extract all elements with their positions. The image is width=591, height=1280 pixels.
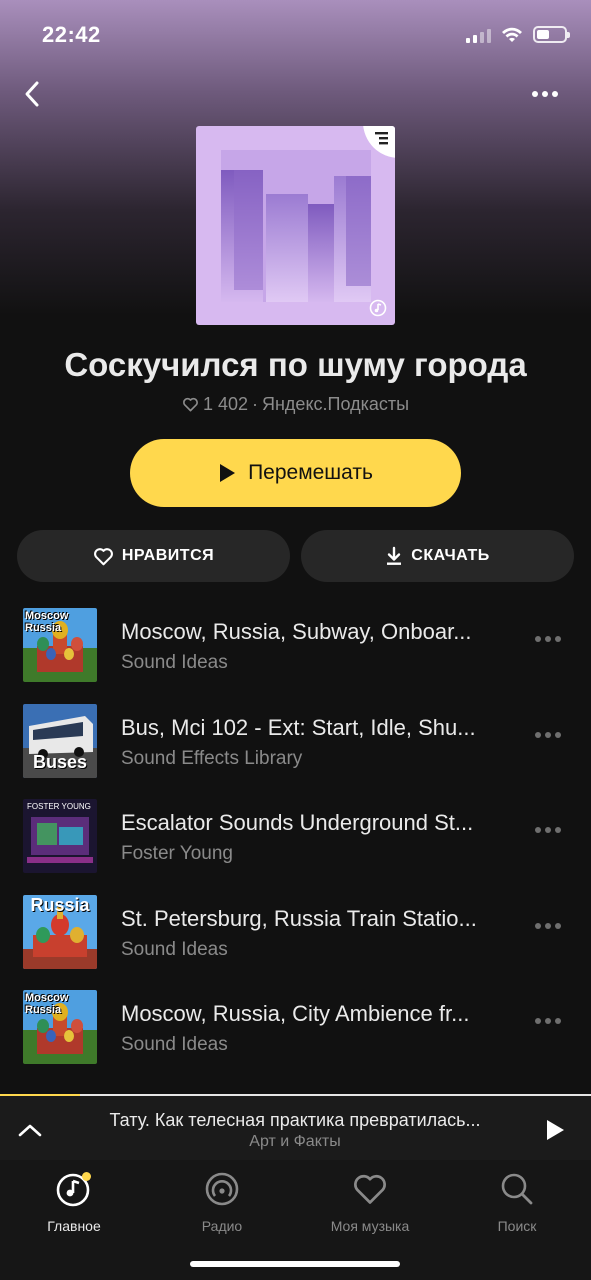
playlist-author[interactable]: Яндекс.Подкасты <box>262 394 409 415</box>
player-progress-bar <box>0 1094 80 1096</box>
top-nav <box>0 74 591 114</box>
track-row[interactable]: Russia St. Petersburg, Russia Train Stat… <box>0 885 591 981</box>
more-options-button[interactable] <box>523 78 567 110</box>
tab-home[interactable]: Главное <box>0 1170 148 1234</box>
track-cover-caption: FOSTER YOUNG <box>27 802 91 812</box>
likes-count: 1 402 <box>202 394 248 414</box>
chevron-up-icon <box>18 1124 42 1137</box>
tab-radio-label: Радио <box>201 1218 243 1234</box>
tab-search[interactable]: Поиск <box>443 1170 591 1234</box>
track-row[interactable]: FOSTER YOUNG Escalator Sounds Undergroun… <box>0 789 591 885</box>
track-cover-caption: Russia <box>30 894 90 915</box>
track-title: Moscow, Russia, City Ambience fr... <box>121 1001 470 1027</box>
playlist-meta: 1 402 · Яндекс.Подкасты <box>0 394 591 415</box>
tab-my-music[interactable]: Моя музыка <box>296 1170 444 1234</box>
status-time: 22:42 <box>42 22 101 47</box>
tab-radio[interactable]: Радио <box>148 1170 296 1234</box>
track-more-button[interactable] <box>535 636 561 642</box>
play-icon <box>547 1120 564 1140</box>
mini-player[interactable]: Тату. Как телесная практика превратилась… <box>0 1094 591 1160</box>
download-icon <box>387 546 402 565</box>
track-artist: Sound Ideas <box>121 652 228 673</box>
track-list: Moscow Russia Moscow, Russia, Subway, On… <box>0 598 591 1076</box>
playlist-title: Соскучился по шуму города <box>64 346 527 383</box>
heart-outline-icon <box>93 547 113 565</box>
track-cover-caption: Moscow Russia <box>25 992 69 1017</box>
download-button[interactable]: СКАЧАТЬ <box>301 530 574 582</box>
track-more-button[interactable] <box>535 827 561 834</box>
track-row[interactable]: Buses Bus, Mci 102 - Ext: Start, Idle, S… <box>0 694 591 790</box>
track-artist: Sound Effects Library <box>121 747 303 769</box>
track-row[interactable]: Moscow Russia Moscow, Russia, City Ambie… <box>0 980 591 1076</box>
track-more-button[interactable] <box>535 1018 561 1025</box>
track-cover: FOSTER YOUNG <box>23 799 97 874</box>
track-title: Bus, Mci 102 - Ext: Start, Idle, Shu... <box>121 714 476 740</box>
wifi-icon <box>502 27 522 42</box>
cellular-signal-icon <box>466 27 491 43</box>
track-title: Moscow, Russia, Subway, Onboar... <box>121 619 472 644</box>
shuffle-label: Перемешать <box>248 461 373 484</box>
track-cover: Moscow Russia <box>23 608 97 682</box>
playlist-cover <box>196 126 395 325</box>
track-more-button[interactable] <box>535 922 561 929</box>
now-playing-subtitle: Арт и Факты <box>249 1133 341 1150</box>
shuffle-button[interactable]: Перемешать <box>130 439 461 507</box>
track-title: St. Petersburg, Russia Train Statio... <box>121 905 477 931</box>
chevron-left-icon <box>25 81 39 107</box>
now-playing-title: Тату. Как телесная практика превратилась… <box>109 1110 481 1130</box>
heart-outline-icon <box>354 1174 386 1204</box>
tab-search-label: Поиск <box>497 1218 537 1234</box>
meta-separator: · <box>251 394 258 414</box>
track-cover-caption: Buses <box>32 751 88 772</box>
home-indicator <box>190 1261 400 1267</box>
search-icon <box>501 1173 533 1205</box>
track-title: Escalator Sounds Underground St... <box>121 810 474 836</box>
track-cover-caption: Moscow Russia <box>25 610 69 634</box>
status-icons <box>466 26 570 43</box>
playlist-list-icon <box>375 132 388 145</box>
tab-my-music-label: Моя музыка <box>330 1218 410 1234</box>
battery-icon <box>533 26 570 43</box>
city-skyline-art <box>221 150 371 302</box>
notification-dot <box>82 1172 91 1181</box>
expand-player-button[interactable] <box>14 1114 46 1146</box>
track-artist: Sound Ideas <box>121 938 228 960</box>
heart-outline-icon <box>182 397 198 412</box>
track-cover: Russia <box>23 894 97 969</box>
like-label: НРАВИТСЯ <box>121 547 215 564</box>
track-artist: Sound Ideas <box>121 1034 228 1056</box>
track-more-button[interactable] <box>535 731 561 738</box>
radio-icon <box>205 1172 239 1206</box>
track-artist: Foster Young <box>121 843 233 865</box>
track-row[interactable]: Moscow Russia Moscow, Russia, Subway, On… <box>0 598 591 694</box>
yandex-music-logo-icon <box>369 299 387 317</box>
tab-home-label: Главное <box>47 1218 101 1234</box>
status-bar: 22:42 <box>0 0 591 70</box>
play-icon <box>220 464 236 482</box>
play-button[interactable] <box>541 1116 569 1144</box>
download-label: СКАЧАТЬ <box>411 547 490 564</box>
track-cover: Moscow Russia <box>23 990 97 1065</box>
back-button[interactable] <box>14 76 50 112</box>
like-button[interactable]: НРАВИТСЯ <box>17 530 290 582</box>
track-cover: Buses <box>23 703 97 778</box>
